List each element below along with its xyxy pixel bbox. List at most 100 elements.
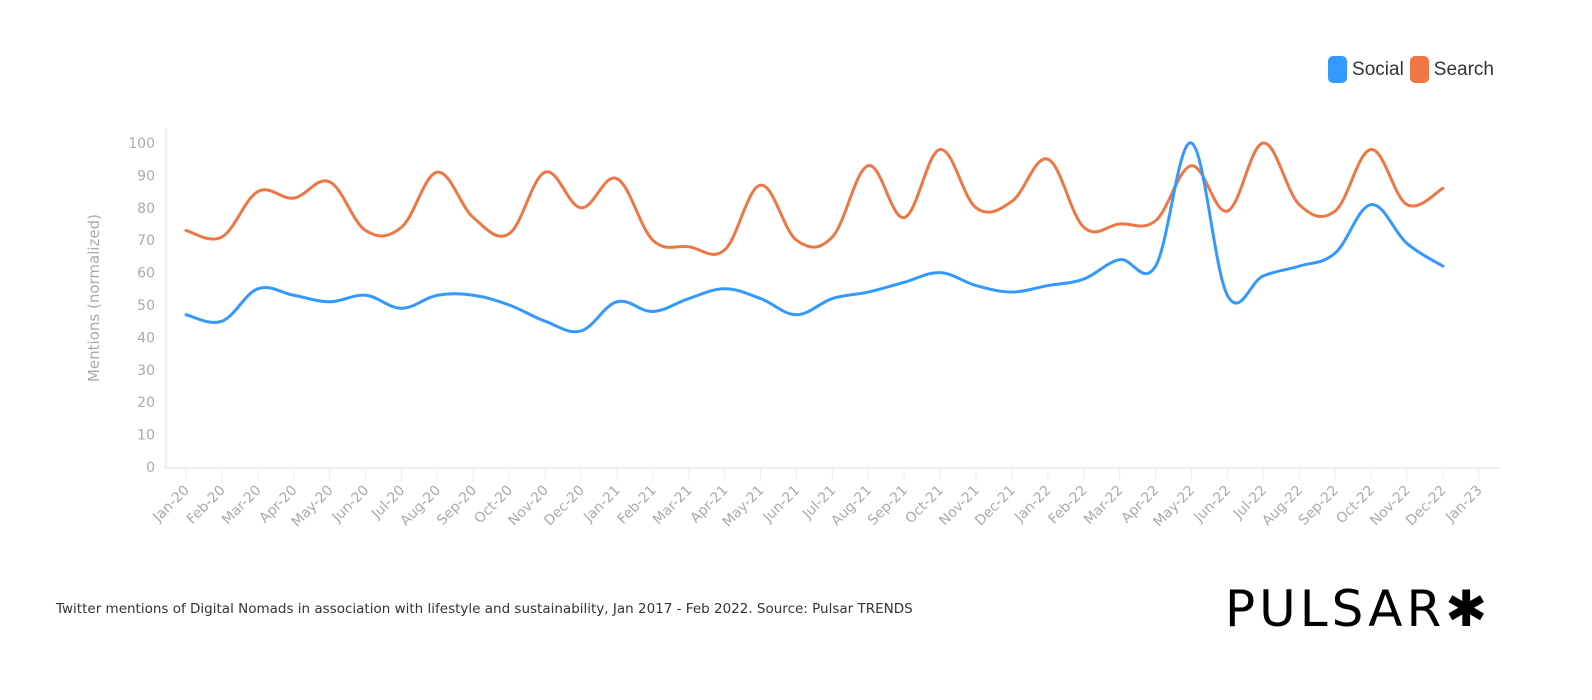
point-search[interactable] — [577, 204, 585, 212]
point-social[interactable] — [1152, 262, 1160, 270]
x-tick-label: Sep-20 — [434, 483, 480, 529]
asterisk-icon: ✱ — [1445, 580, 1492, 638]
point-social[interactable] — [792, 311, 800, 319]
x-tick-label: Jan-23 — [1442, 483, 1485, 526]
point-social[interactable] — [721, 285, 729, 293]
point-social[interactable] — [577, 327, 585, 335]
point-search[interactable] — [1439, 184, 1447, 192]
point-search[interactable] — [218, 233, 226, 241]
point-social[interactable] — [649, 307, 657, 315]
x-tick-label: Aug-20 — [397, 483, 444, 530]
x-tick-label: Mar-20 — [219, 483, 265, 529]
point-search[interactable] — [1187, 162, 1195, 170]
point-search[interactable] — [721, 246, 729, 254]
point-search[interactable] — [613, 175, 621, 183]
point-search[interactable] — [1008, 197, 1016, 205]
point-search[interactable] — [864, 162, 872, 170]
x-tick-label: Sep-22 — [1296, 483, 1342, 529]
x-tick-label: Mar-21 — [650, 483, 696, 529]
point-search[interactable] — [397, 223, 405, 231]
point-social[interactable] — [218, 317, 226, 325]
x-tick-label: Jun-21 — [760, 483, 804, 527]
point-social[interactable] — [613, 298, 621, 306]
point-search[interactable] — [685, 243, 693, 251]
point-social[interactable] — [182, 311, 190, 319]
point-social[interactable] — [936, 269, 944, 277]
line-search[interactable] — [184, 141, 1445, 256]
legend: Social Search — [1322, 56, 1494, 83]
legend-item-social[interactable]: Social — [1328, 56, 1404, 83]
point-social[interactable] — [433, 291, 441, 299]
point-search[interactable] — [792, 236, 800, 244]
point-search[interactable] — [433, 168, 441, 176]
point-search[interactable] — [828, 233, 836, 241]
point-search[interactable] — [1259, 139, 1267, 147]
point-social[interactable] — [828, 295, 836, 303]
y-tick-label: 70 — [137, 233, 155, 249]
point-search[interactable] — [900, 214, 908, 222]
x-tick-label: Jun-20 — [329, 483, 373, 527]
point-search[interactable] — [1223, 207, 1231, 215]
point-social[interactable] — [1080, 275, 1088, 283]
point-social[interactable] — [290, 291, 298, 299]
point-social[interactable] — [685, 295, 693, 303]
pulsar-logo: PULSAR✱ — [1225, 580, 1491, 638]
point-social[interactable] — [1044, 282, 1052, 290]
legend-item-search[interactable]: Search — [1409, 56, 1494, 83]
point-search[interactable] — [649, 236, 657, 244]
point-social[interactable] — [1403, 239, 1411, 247]
point-social[interactable] — [326, 298, 334, 306]
point-search[interactable] — [972, 204, 980, 212]
x-tick-label: Dec-20 — [541, 483, 588, 530]
point-search[interactable] — [1116, 220, 1124, 228]
point-social[interactable] — [757, 295, 765, 303]
point-search[interactable] — [505, 230, 513, 238]
point-social[interactable] — [1331, 249, 1339, 257]
series-search — [182, 139, 1447, 256]
point-search[interactable] — [1152, 217, 1160, 225]
point-social[interactable] — [1367, 201, 1375, 209]
point-social[interactable] — [864, 288, 872, 296]
point-social[interactable] — [505, 301, 513, 309]
point-search[interactable] — [757, 181, 765, 189]
point-search[interactable] — [182, 226, 190, 234]
y-tick-label: 10 — [137, 428, 155, 444]
point-search[interactable] — [1367, 145, 1375, 153]
series-social — [182, 139, 1447, 335]
legend-swatch-social — [1328, 56, 1348, 83]
point-social[interactable] — [1223, 291, 1231, 299]
point-social[interactable] — [1295, 262, 1303, 270]
point-search[interactable] — [1331, 207, 1339, 215]
point-social[interactable] — [1439, 262, 1447, 270]
point-social[interactable] — [254, 285, 262, 293]
point-search[interactable] — [1044, 155, 1052, 163]
point-social[interactable] — [972, 282, 980, 290]
point-social[interactable] — [541, 317, 549, 325]
point-search[interactable] — [254, 188, 262, 196]
legend-swatch-search — [1409, 56, 1429, 83]
point-social[interactable] — [1116, 256, 1124, 264]
point-social[interactable] — [900, 278, 908, 286]
point-search[interactable] — [469, 214, 477, 222]
point-social[interactable] — [1187, 139, 1195, 147]
line-social[interactable] — [184, 141, 1445, 334]
chart-caption: Twitter mentions of Digital Nomads in as… — [56, 601, 913, 617]
x-tick-label: Jun-22 — [1191, 483, 1235, 527]
point-social[interactable] — [362, 291, 370, 299]
point-search[interactable] — [1295, 201, 1303, 209]
y-tick-label: 100 — [128, 136, 155, 152]
point-search[interactable] — [326, 178, 334, 186]
point-search[interactable] — [290, 194, 298, 202]
point-social[interactable] — [1008, 288, 1016, 296]
point-social[interactable] — [397, 304, 405, 312]
x-tick-label: Aug-22 — [1259, 483, 1306, 530]
point-search[interactable] — [362, 226, 370, 234]
x-tick-label: Mar-22 — [1081, 483, 1127, 529]
point-search[interactable] — [1403, 201, 1411, 209]
point-social[interactable] — [1259, 272, 1267, 280]
point-search[interactable] — [541, 168, 549, 176]
point-search[interactable] — [936, 145, 944, 153]
y-tick-label: 60 — [137, 266, 155, 282]
point-search[interactable] — [1080, 223, 1088, 231]
point-social[interactable] — [469, 291, 477, 299]
